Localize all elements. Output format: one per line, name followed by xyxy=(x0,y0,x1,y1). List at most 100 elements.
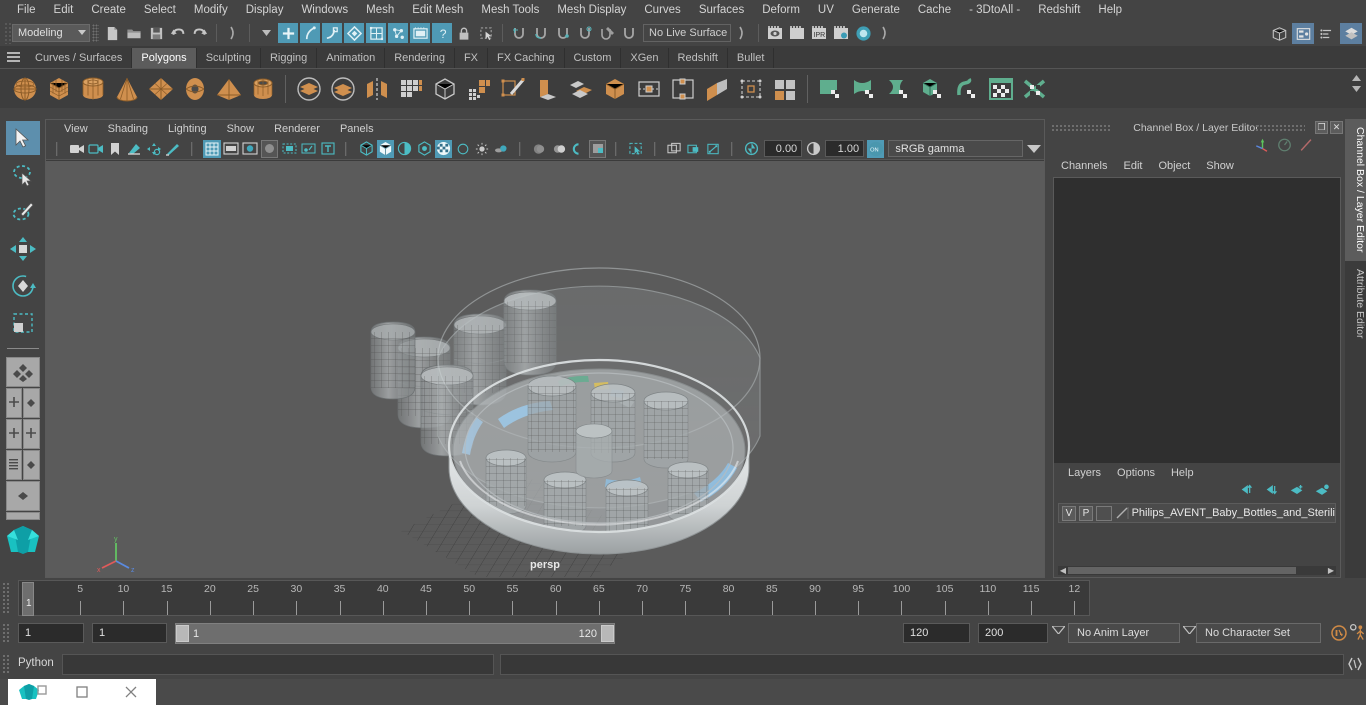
snap-to-projected-center-icon[interactable] xyxy=(575,23,595,43)
poly-cylinder-icon[interactable] xyxy=(76,72,109,106)
viewport-canvas[interactable]: x y z persp xyxy=(46,161,1044,577)
xray-active-components-icon[interactable] xyxy=(705,140,722,158)
color-space-dropdown-icon[interactable] xyxy=(1023,140,1044,157)
image-plane-icon[interactable] xyxy=(126,140,143,158)
channel-box-speed-icon[interactable] xyxy=(1276,137,1293,158)
ambient-occlusion-icon[interactable] xyxy=(493,140,510,158)
viewport-menu-view[interactable]: View xyxy=(54,123,98,135)
range-slider-gripper[interactable] xyxy=(2,623,10,643)
transfer-vertex-order-icon[interactable] xyxy=(734,72,767,106)
command-language-label[interactable]: Python xyxy=(18,657,54,669)
shelf-tab-animation[interactable]: Animation xyxy=(317,48,386,68)
character-set-selector[interactable]: No Character Set xyxy=(1196,623,1321,643)
shelf-tab-fx[interactable]: FX xyxy=(454,48,489,68)
shelf-tab-bullet[interactable]: Bullet xyxy=(727,48,775,68)
menu-item-help[interactable]: Help xyxy=(1089,0,1131,20)
shelf-tab-custom[interactable]: Custom xyxy=(564,48,622,68)
bridge-icon[interactable] xyxy=(564,72,597,106)
poly-cone-icon[interactable] xyxy=(110,72,143,106)
uv-grid-icon[interactable] xyxy=(768,72,801,106)
smooth-icon[interactable] xyxy=(394,72,427,106)
shadows-toggle-icon[interactable] xyxy=(454,140,471,158)
snap-to-curves-icon[interactable] xyxy=(531,23,551,43)
smooth-shading-icon[interactable] xyxy=(376,139,395,158)
viewport-menu-shading[interactable]: Shading xyxy=(98,123,158,135)
layer-menu-help[interactable]: Help xyxy=(1163,467,1202,479)
persp-outliner-layout-button[interactable] xyxy=(5,388,40,418)
poly-plane-icon[interactable] xyxy=(144,72,177,106)
shelf-scroll-up-icon[interactable] xyxy=(1350,73,1362,83)
shelf-tab-sculpting[interactable]: Sculpting xyxy=(196,48,261,68)
anim-layer-selector[interactable]: No Anim Layer xyxy=(1068,623,1180,643)
time-slider-track[interactable]: 1 5 10 15 20 25 30 35 40 45 50 55 60 65 70 75 80 85 90 95 1… xyxy=(18,580,1090,616)
poly-pipe-icon[interactable] xyxy=(246,72,279,106)
undock-icon[interactable]: ❐ xyxy=(1315,121,1328,134)
shelf-tab-curves-surfaces[interactable]: Curves / Surfaces xyxy=(26,48,133,68)
resolution-gate-icon[interactable] xyxy=(242,140,259,158)
show-hide-attribute-editor-icon[interactable] xyxy=(1292,23,1314,44)
menu-item-uv[interactable]: UV xyxy=(809,0,843,20)
close-window-icon[interactable] xyxy=(107,679,156,705)
selection-mask-hierarchy-3-icon[interactable] xyxy=(875,23,895,43)
film-gate-icon[interactable] xyxy=(223,140,240,158)
playback-end-time-field[interactable]: 120 xyxy=(903,623,970,643)
use-all-lights-icon[interactable] xyxy=(415,140,432,158)
subdivide-icon[interactable] xyxy=(462,72,495,106)
layer-color-swatch[interactable] xyxy=(1115,506,1129,521)
bevel-icon[interactable] xyxy=(530,72,563,106)
grease-pencil-icon[interactable] xyxy=(165,140,182,158)
close-icon[interactable]: ✕ xyxy=(1330,121,1343,134)
vertical-tab-attribute-editor[interactable]: Attribute Editor xyxy=(1345,260,1366,346)
single-persp-layout-button[interactable] xyxy=(5,481,40,511)
layer-menu-layers[interactable]: Layers xyxy=(1060,467,1109,479)
select-by-component-type-icon[interactable] xyxy=(322,23,342,43)
extrude-icon[interactable] xyxy=(428,72,461,106)
selection-mask-dropdown-icon[interactable] xyxy=(256,23,276,43)
selection-mask-hierarchy-icon[interactable] xyxy=(223,23,243,43)
channel-box-curve-icon[interactable] xyxy=(1298,137,1315,158)
bookmark-camera-icon[interactable] xyxy=(107,140,124,158)
quad-draw-icon[interactable] xyxy=(632,72,665,106)
combine-icon[interactable] xyxy=(326,72,359,106)
mirror-icon[interactable] xyxy=(360,72,393,106)
multisample-icon[interactable] xyxy=(550,140,567,158)
menu-item-cache[interactable]: Cache xyxy=(909,0,960,20)
snap-point-icon[interactable] xyxy=(388,23,408,43)
ipr-render-icon[interactable]: IPR xyxy=(809,23,829,43)
grid-toggle-icon[interactable] xyxy=(203,139,221,158)
uv-cut-sew-icon[interactable] xyxy=(1018,72,1051,106)
paint-select-tool[interactable] xyxy=(6,195,40,229)
command-line-gripper[interactable] xyxy=(2,654,10,674)
menu-item-mesh-tools[interactable]: Mesh Tools xyxy=(472,0,548,20)
persp-graph-layout-button[interactable] xyxy=(5,419,40,449)
move-tool[interactable] xyxy=(6,232,40,266)
poly-torus-icon[interactable] xyxy=(178,72,211,106)
menu-item-edit-mesh[interactable]: Edit Mesh xyxy=(403,0,472,20)
menu-item-select[interactable]: Select xyxy=(135,0,185,20)
move-layer-up-icon[interactable] xyxy=(1239,483,1255,501)
new-layer-from-selected-icon[interactable] xyxy=(1314,483,1330,501)
shelf-scroll-arrows[interactable] xyxy=(1350,73,1362,94)
outliner-persp-layout-button[interactable] xyxy=(5,450,40,480)
depth-of-field-icon[interactable] xyxy=(570,140,587,158)
time-slider-gripper[interactable] xyxy=(2,582,10,614)
poly-pyramid-icon[interactable] xyxy=(212,72,245,106)
flat-shading-icon[interactable] xyxy=(396,140,413,158)
help-tool-icon[interactable]: ? xyxy=(432,23,452,43)
lock-selection-icon[interactable] xyxy=(454,23,474,43)
uv-unfold-icon[interactable] xyxy=(950,72,983,106)
menu-item-curves[interactable]: Curves xyxy=(635,0,689,20)
range-end-handle[interactable] xyxy=(601,625,614,642)
uv-editor-icon[interactable] xyxy=(984,72,1017,106)
target-weld-icon[interactable] xyxy=(598,72,631,106)
menu-item-create[interactable]: Create xyxy=(82,0,135,20)
two-d-pan-zoom-icon[interactable] xyxy=(145,140,162,158)
anim-end-time-field[interactable]: 200 xyxy=(978,623,1048,643)
layer-visibility-toggle[interactable]: V xyxy=(1062,505,1076,521)
vertical-tab-channel-box[interactable]: Channel Box / Layer Editor xyxy=(1345,119,1366,261)
maya-app-icon[interactable] xyxy=(8,679,57,705)
menu-item-deform[interactable]: Deform xyxy=(753,0,809,20)
shelf-tab-fx-caching[interactable]: FX Caching xyxy=(488,48,565,68)
open-scene-icon[interactable] xyxy=(124,23,144,43)
status-line-gripper[interactable] xyxy=(4,22,12,44)
